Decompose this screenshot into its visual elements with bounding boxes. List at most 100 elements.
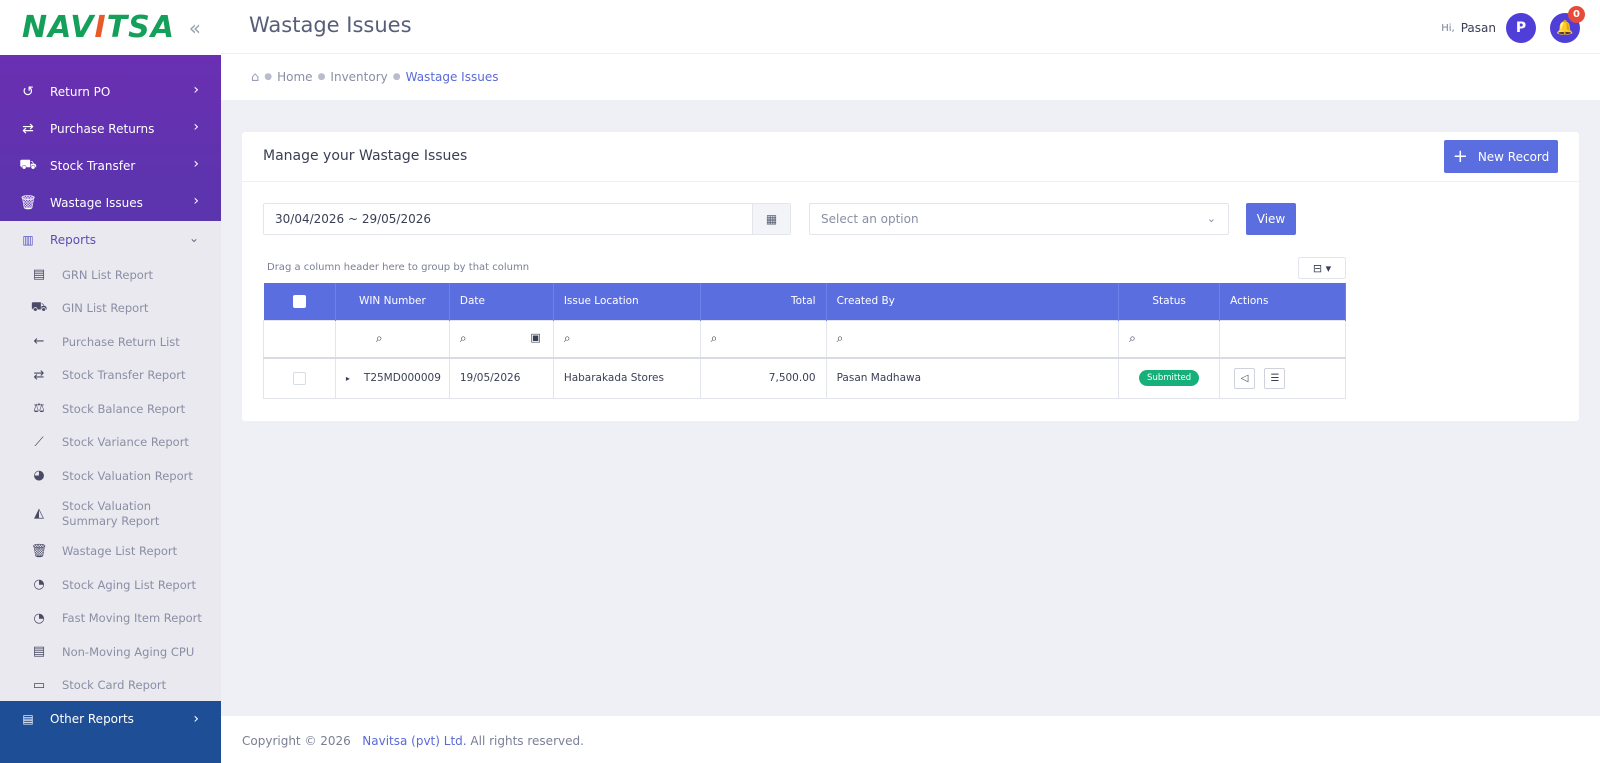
report-item-label: Stock Valuation Report xyxy=(62,468,193,483)
sidebar-item-label: Purchase Returns xyxy=(50,121,155,136)
company-link[interactable]: Navitsa (pvt) Ltd. xyxy=(362,734,466,748)
status-cell: Submitted xyxy=(1118,357,1221,399)
report-item-wastage-list[interactable]: 🗑 Wastage List Report xyxy=(0,535,221,569)
report-item-label: Purchase Return List xyxy=(62,334,180,349)
report-item-stock-variance[interactable]: ⟋ Stock Variance Report xyxy=(0,426,221,460)
column-header-issue-location[interactable]: Issue Location xyxy=(553,283,701,320)
column-header-win-number[interactable]: WIN Number xyxy=(335,283,450,320)
column-header-total[interactable]: Total xyxy=(700,283,827,320)
filter-created-by[interactable]: ⌕ xyxy=(825,319,1120,359)
table-row[interactable]: ▸ T25MD000009 19/05/2026 Habarakada Store… xyxy=(263,357,1346,399)
report-item-stock-valuation[interactable]: ◕ Stock Valuation Report xyxy=(0,459,221,493)
report-item-label: Fast Moving Item Report xyxy=(62,611,202,626)
trash-icon: 🗑 xyxy=(30,543,48,559)
sidebar-item-other-reports[interactable]: ▤ Other Reports › xyxy=(0,701,221,763)
report-item-grn-list[interactable]: ▤ GRN List Report xyxy=(0,258,221,292)
notification-badge: 0 xyxy=(1568,6,1585,23)
home-icon[interactable]: ⌂ xyxy=(251,70,259,85)
notification-button[interactable]: 🔔 0 xyxy=(1550,6,1585,43)
report-item-stock-valuation-summary[interactable]: ◭ Stock Valuation Summary Report xyxy=(0,493,221,535)
sidebar-item-return-po[interactable]: ↺ Return PO › xyxy=(0,73,221,110)
sidebar-item-purchase-returns[interactable]: ⇄ Purchase Returns › xyxy=(0,110,221,147)
report-item-gin-list[interactable]: ⛟ GIN List Report xyxy=(0,292,221,326)
breadcrumb-separator: ● xyxy=(392,72,401,82)
view-button[interactable]: View xyxy=(1246,203,1296,235)
breadcrumb-inventory[interactable]: Inventory xyxy=(330,70,387,84)
select-placeholder: Select an option xyxy=(821,212,919,226)
new-record-button[interactable]: + New Record xyxy=(1444,140,1558,173)
report-item-label: Stock Valuation Summary Report xyxy=(62,498,160,528)
truck-icon: ⛟ xyxy=(30,299,48,315)
revert-button[interactable]: ◁ xyxy=(1234,367,1256,389)
filter-status[interactable]: ⌕ xyxy=(1118,319,1221,359)
breadcrumb-home[interactable]: Home xyxy=(277,70,312,84)
swap-icon: ⇄ xyxy=(33,367,45,383)
filter-win-number[interactable]: ⌕ xyxy=(334,319,450,359)
report-item-stock-card[interactable]: ▭ Stock Card Report xyxy=(0,669,221,703)
sidebar-item-label: Wastage Issues xyxy=(50,195,143,210)
option-select[interactable]: Select an option ⌄ xyxy=(809,203,1229,235)
sidebar-item-label: Return PO xyxy=(50,84,111,99)
chevron-right-icon: › xyxy=(193,193,199,209)
column-chooser-button[interactable]: ⊟ ▾ xyxy=(1298,257,1346,279)
id-card-icon: ▭ xyxy=(32,677,46,693)
expand-row-icon[interactable]: ▸ xyxy=(346,374,350,383)
win-number-value: T25MD000009 xyxy=(363,372,441,385)
date-cell: 19/05/2026 xyxy=(448,357,554,399)
column-header-date[interactable]: Date xyxy=(449,283,554,320)
select-all-cell xyxy=(263,283,336,320)
calendar-icon[interactable]: ▦ xyxy=(752,204,790,234)
report-item-purchase-return-list[interactable]: ← Purchase Return List xyxy=(0,325,221,359)
table-header-row: WIN Number Date Issue Location Total Cre… xyxy=(263,283,1346,320)
column-header-status[interactable]: Status xyxy=(1118,283,1221,320)
report-item-non-moving-aging[interactable]: ▤ Non-Moving Aging CPU xyxy=(0,635,221,669)
menu-scroll-stub xyxy=(0,55,221,73)
report-item-label: GRN List Report xyxy=(62,267,154,282)
chevron-right-icon: › xyxy=(193,119,199,135)
area-chart-icon: ◭ xyxy=(34,506,44,521)
report-item-fast-moving[interactable]: ◔ Fast Moving Item Report xyxy=(0,602,221,636)
sidebar: NAVITSA « ↺ Return PO › ⇄ Purchase Retur… xyxy=(0,0,221,763)
balance-scale-icon: ⚖ xyxy=(33,401,45,417)
report-item-label: GIN List Report xyxy=(62,301,149,316)
chevron-down-icon: ⌄ xyxy=(1206,212,1216,225)
top-bar: Wastage Issues Hi, Pasan P 🔔 0 xyxy=(221,0,1600,54)
menu-button[interactable]: ☰ xyxy=(1264,367,1286,389)
select-all-checkbox[interactable] xyxy=(292,294,306,308)
filter-date[interactable]: ⌕ ▣ xyxy=(448,319,554,359)
actions-cell: ◁ ☰ xyxy=(1219,357,1346,399)
date-range-input[interactable]: 30/04/2026 ~ 29/05/2026 ▦ xyxy=(263,203,791,235)
file-icon: ▤ xyxy=(22,712,34,726)
sidebar-item-reports[interactable]: ▥ Reports ⌄ xyxy=(0,221,221,258)
search-icon: ⌕ xyxy=(710,331,718,346)
navitsa-logo[interactable]: NAVITSA xyxy=(22,10,175,45)
filter-issue-location[interactable]: ⌕ xyxy=(552,319,701,359)
filter-total[interactable]: ⌕ xyxy=(699,319,827,359)
avatar[interactable]: P xyxy=(1506,13,1536,43)
sidebar-item-wastage-issues[interactable]: 🗑 Wastage Issues › xyxy=(0,184,221,221)
report-item-stock-transfer[interactable]: ⇄ Stock Transfer Report xyxy=(0,359,221,393)
wastage-issues-card: Manage your Wastage Issues + New Record … xyxy=(242,132,1579,421)
sidebar-item-stock-transfer[interactable]: ⛟ Stock Transfer › xyxy=(0,147,221,184)
search-icon: ⌕ xyxy=(563,331,571,346)
report-item-stock-aging-list[interactable]: ◔ Stock Aging List Report xyxy=(0,568,221,602)
column-header-created-by[interactable]: Created By xyxy=(826,283,1120,320)
column-chooser-icon: ⊟ xyxy=(1312,261,1323,275)
calendar-icon[interactable]: ▣ xyxy=(530,331,540,344)
plus-icon: + xyxy=(1452,145,1468,167)
search-icon: ⌕ xyxy=(836,331,844,346)
rights-text: All rights reserved. xyxy=(470,734,584,748)
created-by-cell: Pasan Madhawa xyxy=(825,357,1120,399)
issue-location-cell: Habarakada Stores xyxy=(552,357,701,399)
report-item-label: Stock Balance Report xyxy=(62,401,186,416)
report-item-stock-balance[interactable]: ⚖ Stock Balance Report xyxy=(0,392,221,426)
user-name: Pasan xyxy=(1460,21,1496,35)
sidebar-item-label: Stock Transfer xyxy=(50,158,136,173)
row-checkbox[interactable] xyxy=(292,371,306,385)
breadcrumb-separator: ● xyxy=(317,72,326,82)
swap-icon: ⇄ xyxy=(22,120,34,137)
collapse-sidebar-icon[interactable]: « xyxy=(189,16,201,40)
page-title: Wastage Issues xyxy=(249,13,412,37)
trash-icon: 🗑 xyxy=(19,194,37,211)
wastage-issues-table: WIN Number Date Issue Location Total Cre… xyxy=(263,283,1346,399)
